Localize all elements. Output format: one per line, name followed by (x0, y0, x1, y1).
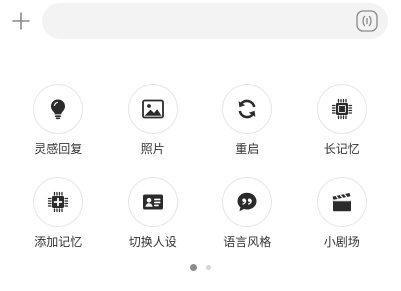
tile-restart[interactable]: 重启 (200, 82, 295, 175)
add-button[interactable] (8, 8, 34, 34)
tile-icon-circle (316, 84, 367, 134)
tile-label: 灵感回复 (34, 142, 83, 156)
tile-label: 重启 (235, 142, 260, 156)
tile-icon-circle (33, 84, 84, 134)
tile-icon-circle (33, 177, 84, 227)
tile-icon-circle (127, 84, 178, 134)
page-dot-active[interactable] (190, 264, 197, 271)
id-card-icon (142, 194, 163, 210)
tile-icon-circle (222, 177, 273, 227)
tile-icon-circle (127, 177, 178, 227)
tile-switch-persona[interactable]: 切换人设 (106, 175, 201, 268)
chip-add-icon (48, 191, 69, 213)
tile-mini-theater[interactable]: 小剧场 (295, 175, 390, 268)
clapperboard-icon (332, 193, 351, 212)
tile-label: 语言风格 (223, 235, 272, 249)
refresh-icon (238, 99, 256, 119)
tile-photos[interactable]: 照片 (106, 82, 201, 175)
message-input[interactable] (56, 3, 356, 39)
chip-icon (331, 98, 352, 120)
tile-icon-circle (222, 84, 273, 134)
tile-label: 小剧场 (323, 235, 360, 249)
lightbulb-icon (51, 99, 66, 120)
tile-add-memory[interactable]: 添加记忆 (11, 175, 106, 268)
feature-grid: 灵感回复 照片 重启 长记忆 添加记忆 切换人设 语言风格 小剧场 (0, 82, 401, 268)
page-indicator (0, 264, 401, 271)
tile-label: 长记忆 (323, 142, 360, 156)
plus-icon (12, 12, 30, 30)
tile-label: 切换人设 (128, 235, 177, 249)
image-icon (141, 99, 164, 119)
tile-language-style[interactable]: 语言风格 (200, 175, 295, 268)
message-input-container (42, 3, 388, 39)
page-dot[interactable] (206, 265, 211, 270)
voice-button[interactable] (356, 10, 378, 32)
tile-label: 照片 (140, 142, 165, 156)
tile-long-memory[interactable]: 长记忆 (295, 82, 390, 175)
tile-label: 添加记忆 (34, 235, 83, 249)
tile-inspiration-reply[interactable]: 灵感回复 (11, 82, 106, 175)
quote-bubble-icon (237, 192, 257, 212)
tile-icon-circle (316, 177, 367, 227)
voice-wave-icon (356, 10, 378, 32)
